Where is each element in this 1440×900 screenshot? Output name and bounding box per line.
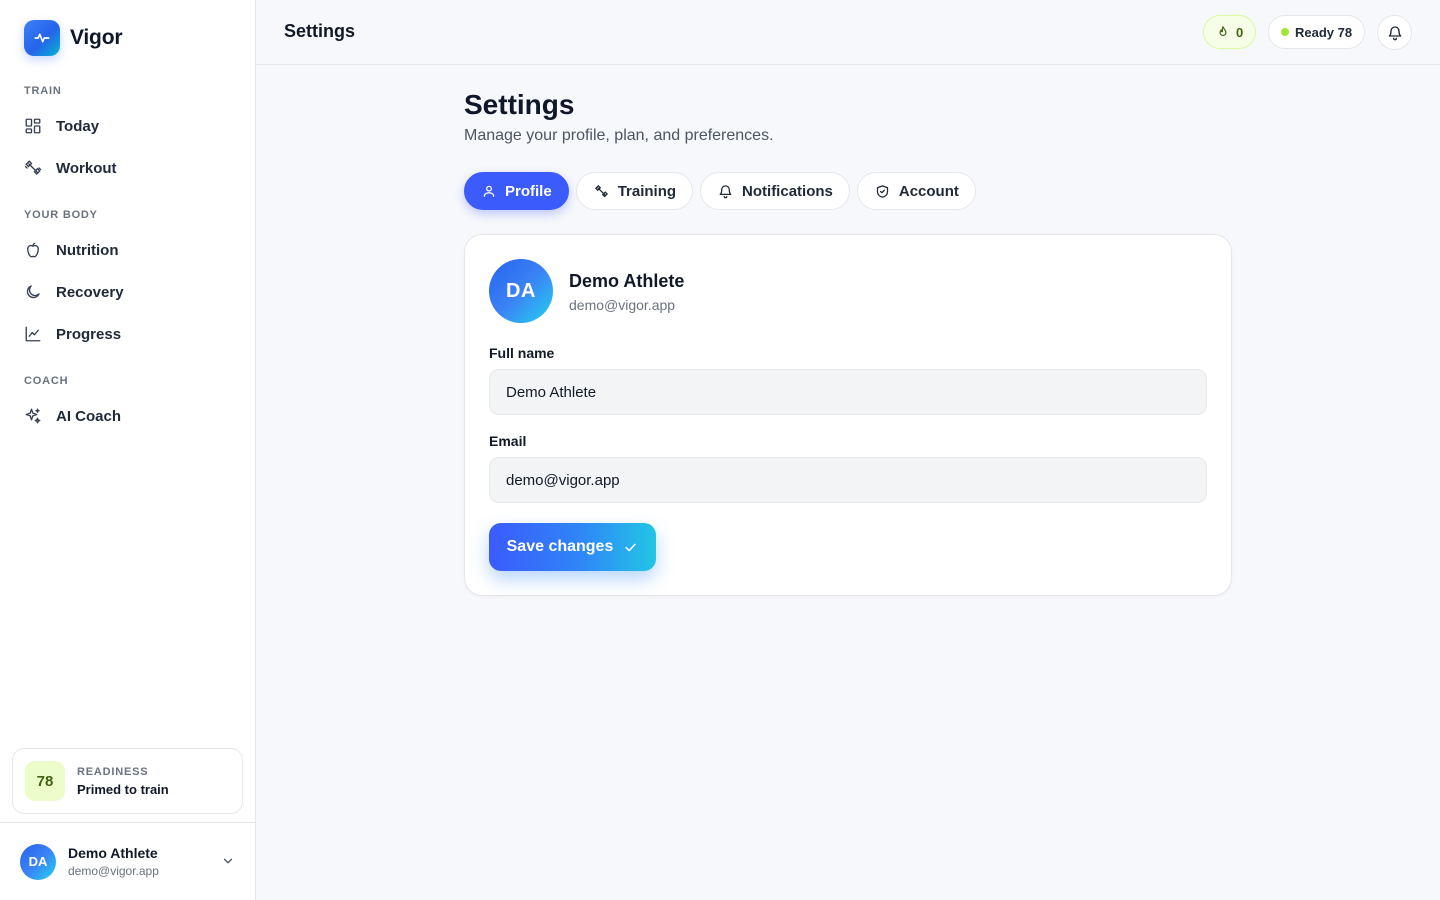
moon-icon — [26, 285, 40, 299]
avatar[interactable]: DA — [489, 259, 553, 323]
readiness-card[interactable]: 78 READINESS Primed to train — [12, 748, 243, 814]
sidebar-item-label: Recovery — [56, 283, 124, 301]
check-icon — [625, 543, 636, 551]
sidebar-item-nutrition[interactable]: Nutrition — [12, 231, 244, 269]
profile-name: Demo Athlete — [569, 271, 685, 291]
tab-label: Account — [898, 182, 959, 200]
flame-icon — [1219, 26, 1227, 37]
sidebar-item-workout[interactable]: Workout — [12, 149, 244, 187]
user-menu[interactable]: DA Demo Athlete demo@vigor.app — [0, 822, 255, 900]
user-icon — [483, 185, 495, 197]
shield-icon — [876, 184, 888, 198]
tab-label: Training — [617, 182, 677, 200]
nav-section-train: TRAIN — [24, 85, 62, 97]
page-subtitle: Manage your profile, plan, and preferenc… — [464, 127, 774, 144]
chevron-down-icon — [223, 858, 233, 864]
brand-name: Vigor — [70, 26, 123, 49]
save-button-label: Save changes — [506, 538, 614, 555]
sidebar-item-label: Today — [56, 117, 100, 135]
profile-card: DA Demo Athlete demo@vigor.app Full name… — [464, 234, 1232, 596]
sidebar-item-recovery[interactable]: Recovery — [12, 273, 244, 311]
user-name: Demo Athlete — [68, 845, 158, 861]
topbar-title: Settings — [284, 21, 356, 41]
sidebar-item-label: AI Coach — [56, 407, 122, 425]
profile-email: demo@vigor.app — [569, 297, 676, 313]
sparkle-icon — [25, 408, 41, 424]
readiness-score: 78 — [25, 761, 65, 801]
user-email: demo@vigor.app — [68, 864, 159, 878]
email-label: Email — [489, 433, 527, 449]
dumbbell-icon — [24, 160, 42, 175]
apple-icon — [27, 242, 39, 258]
avatar: DA — [20, 843, 56, 880]
grid-icon — [25, 118, 41, 134]
bell-icon — [719, 184, 732, 198]
sidebar-item-label: Workout — [56, 159, 117, 177]
bell-icon — [1388, 25, 1401, 40]
sidebar-item-progress[interactable]: Progress — [12, 315, 244, 353]
notifications-button[interactable] — [1377, 15, 1412, 50]
chart-icon — [25, 326, 41, 342]
nav-section-coach: COACH — [24, 375, 69, 387]
status-dot — [1281, 28, 1289, 36]
sidebar-item-label: Nutrition — [56, 241, 119, 259]
readiness-status: Primed to train — [77, 781, 169, 797]
sidebar-item-ai-coach[interactable]: AI Coach — [12, 397, 244, 435]
tab-training[interactable]: Training — [575, 172, 694, 210]
sidebar-item-today[interactable]: Today — [12, 107, 244, 145]
readiness-label: READINESS — [77, 765, 149, 778]
tab-account[interactable]: Account — [856, 172, 976, 210]
streak-badge[interactable]: 0 — [1203, 15, 1257, 49]
nav-section-your-body: YOUR BODY — [24, 209, 98, 221]
tab-label: Profile — [505, 182, 552, 200]
dumbbell-icon — [594, 184, 608, 197]
tab-profile[interactable]: Profile — [464, 172, 569, 210]
sidebar-item-label: Progress — [56, 325, 122, 343]
page-title: Settings — [464, 89, 575, 120]
email-input[interactable] — [489, 457, 1207, 503]
streak-count: 0 — [1236, 24, 1244, 40]
full-name-input[interactable] — [489, 369, 1207, 415]
settings-tabs: Profile Training Notifications Account — [464, 172, 976, 210]
sidebar: Vigor TRAIN Today Workout YOUR BODY Nutr… — [0, 0, 256, 900]
pulse-icon — [24, 20, 60, 56]
tab-notifications[interactable]: Notifications — [700, 172, 850, 210]
ready-text: Ready 78 — [1295, 24, 1353, 40]
brand[interactable]: Vigor — [24, 20, 122, 56]
topbar: Settings 0 Ready 78 — [256, 0, 1440, 65]
save-button[interactable]: Save changes — [489, 523, 656, 571]
full-name-label: Full name — [489, 345, 555, 361]
ready-badge[interactable]: Ready 78 — [1268, 15, 1366, 49]
tab-label: Notifications — [742, 182, 833, 200]
